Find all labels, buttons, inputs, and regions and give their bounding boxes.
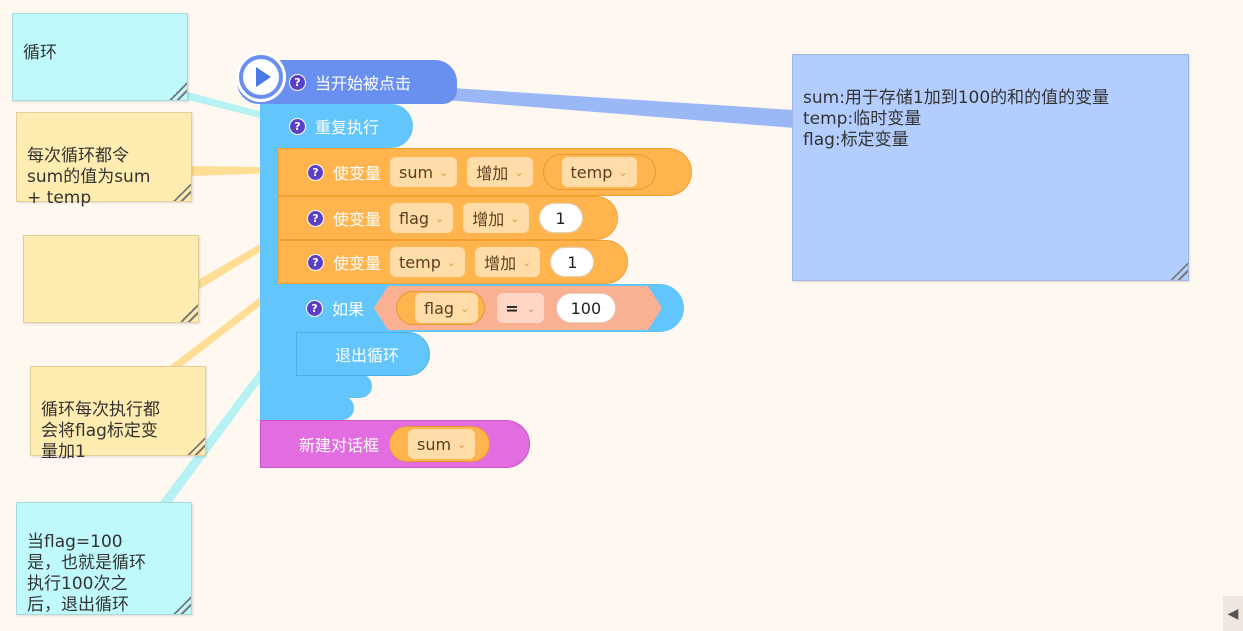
operation-dropdown[interactable]: 增加 ⌄ (467, 157, 533, 187)
comment-empty[interactable] (23, 235, 199, 323)
help-icon[interactable]: ? (289, 73, 306, 91)
comment-flag[interactable]: 循环每次执行都 会将flag标定变 量加1 (30, 366, 206, 462)
hat-block-label: 当开始被点击 (315, 74, 412, 93)
chevron-down-icon: ⌄ (457, 437, 467, 451)
dialog-block-label: 新建对话框 (299, 436, 380, 455)
resize-handle[interactable] (1170, 262, 1188, 280)
chevron-down-icon: ⌄ (526, 301, 536, 315)
set-block-label: 使变量 (333, 210, 382, 229)
dialog-variable-value: sum (417, 434, 452, 454)
value-variable-dropdown-value: temp (570, 162, 613, 182)
comment-sum[interactable]: 每次循环都令 sum的值为sum + temp (16, 112, 192, 208)
resize-handle[interactable] (173, 183, 191, 201)
variable-dropdown[interactable]: sum ⌄ (390, 157, 458, 187)
chevron-down-icon: ⌄ (446, 255, 457, 269)
repeat-block-label: 重复执行 (315, 118, 380, 137)
repeat-block-foot (260, 396, 354, 420)
repeat-forever-block[interactable]: ? 重复执行 (275, 104, 413, 148)
resize-handle[interactable] (173, 596, 191, 614)
help-icon[interactable]: ? (289, 117, 306, 135)
change-variable-block-sum[interactable]: ? 使变量 sum ⌄ 增加 ⌄ temp ⌄ (278, 148, 692, 196)
value-input[interactable]: 1 (538, 203, 583, 233)
chevron-down-icon: ⌄ (618, 165, 628, 179)
chevron-down-icon: ⌄ (435, 211, 445, 225)
resize-handle[interactable] (169, 82, 187, 100)
operation-dropdown[interactable]: 增加 ⌄ (475, 247, 541, 277)
operation-dropdown-value: 增加 (472, 210, 505, 229)
condition-variable-dropdown[interactable]: flag ⌄ (415, 293, 479, 323)
chevron-down-icon: ⌄ (514, 165, 524, 179)
set-block-label: 使变量 (333, 254, 382, 273)
value-variable-reporter[interactable]: temp ⌄ (542, 154, 656, 190)
play-icon-inner (243, 59, 279, 95)
variable-dropdown-value: temp (399, 252, 441, 272)
comment-variables-text: sum:用于存储1加到100的和的值的变量 temp:临时变量 flag:标定变… (803, 88, 1110, 150)
dialog-variable-reporter[interactable]: sum ⌄ (389, 426, 491, 462)
variable-dropdown[interactable]: flag ⌄ (390, 203, 454, 233)
comparison-operator-value: = (505, 298, 519, 318)
value-variable-dropdown[interactable]: temp ⌄ (561, 157, 637, 187)
dialog-variable-dropdown[interactable]: sum ⌄ (408, 429, 476, 459)
if-block-label: 如果 (332, 300, 365, 319)
variable-dropdown-value: flag (399, 208, 430, 228)
resize-handle[interactable] (187, 437, 205, 455)
new-dialog-block[interactable]: 新建对话框 sum ⌄ (260, 420, 530, 468)
comparison-operator-dropdown[interactable]: = ⌄ (497, 293, 544, 323)
comparison-value-input[interactable]: 100 (555, 293, 616, 323)
chevron-down-icon: ⌄ (522, 255, 532, 269)
play-icon[interactable] (236, 52, 286, 102)
variable-dropdown-value: sum (399, 162, 434, 182)
comment-loop[interactable]: 循环 (12, 13, 188, 101)
if-block-foot (278, 374, 372, 398)
change-variable-block-temp[interactable]: ? 使变量 temp ⌄ 增加 ⌄ 1 (278, 240, 628, 284)
chevron-down-icon: ⌄ (439, 165, 449, 179)
break-loop-block[interactable]: 退出循环 (296, 332, 430, 376)
resize-handle[interactable] (180, 304, 198, 322)
collapse-panel-icon[interactable]: ◀ (1223, 596, 1243, 631)
help-icon[interactable]: ? (307, 209, 324, 227)
help-icon[interactable]: ? (306, 299, 323, 317)
repeat-block-arm (260, 104, 278, 420)
chevron-down-icon: ⌄ (460, 301, 470, 315)
help-icon[interactable]: ? (307, 253, 324, 271)
condition-variable-reporter[interactable]: flag ⌄ (396, 291, 486, 325)
comment-variables[interactable]: sum:用于存储1加到100的和的值的变量 temp:临时变量 flag:标定变… (792, 54, 1189, 281)
help-icon[interactable]: ? (307, 163, 324, 181)
condition-variable-value: flag (424, 298, 455, 318)
equals-condition-block[interactable]: flag ⌄ = ⌄ 100 (374, 286, 662, 330)
operation-dropdown-value: 增加 (484, 254, 517, 273)
break-block-label: 退出循环 (335, 346, 400, 365)
change-variable-block-flag[interactable]: ? 使变量 flag ⌄ 增加 ⌄ 1 (278, 196, 618, 240)
comment-flag-text: 循环每次执行都 会将flag标定变 量加1 (41, 400, 160, 462)
operation-dropdown[interactable]: 增加 ⌄ (463, 203, 529, 233)
comment-exit[interactable]: 当flag=100 是，也就是循环 执行100次之 后，退出循环 (16, 502, 192, 615)
operation-dropdown-value: 增加 (476, 164, 509, 183)
variable-dropdown[interactable]: temp ⌄ (390, 247, 466, 277)
comment-exit-text: 当flag=100 是，也就是循环 执行100次之 后，退出循环 (27, 532, 146, 615)
comment-loop-text: 循环 (23, 43, 57, 63)
comment-sum-text: 每次循环都令 sum的值为sum + temp (27, 146, 151, 208)
chevron-down-icon: ⌄ (510, 211, 520, 225)
value-input[interactable]: 1 (550, 247, 595, 277)
set-block-label: 使变量 (333, 164, 382, 183)
play-triangle (255, 67, 271, 87)
